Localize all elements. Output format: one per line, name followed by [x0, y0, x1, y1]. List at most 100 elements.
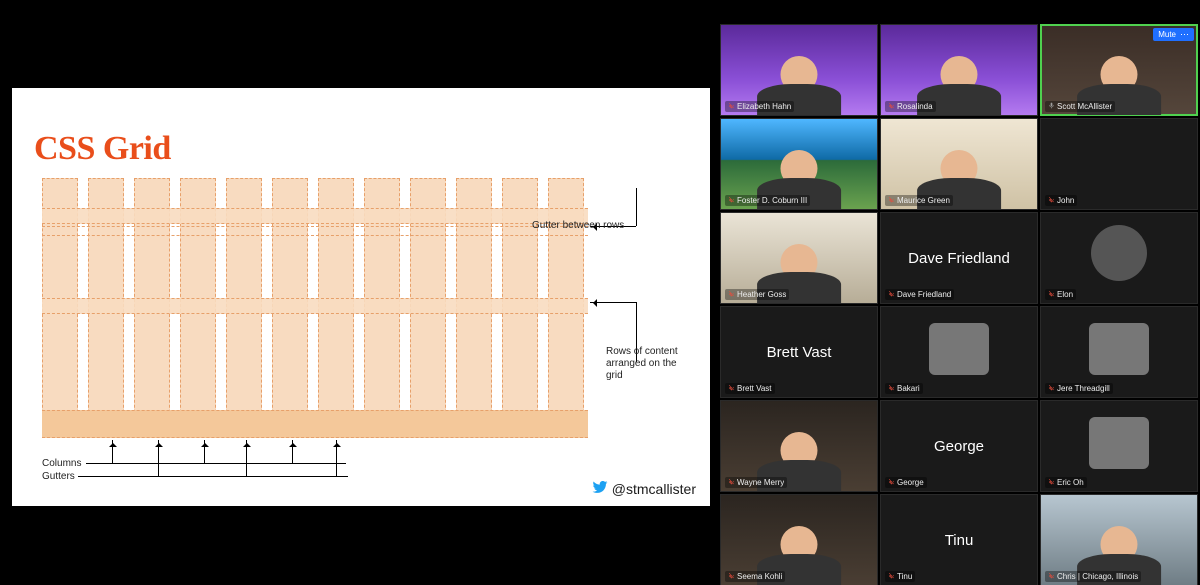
label-columns: Columns	[42, 458, 81, 470]
participant-name: Foster D. Coburn III	[737, 196, 807, 205]
participant-tile[interactable]: Bakari	[880, 306, 1038, 398]
participant-tile[interactable]: Eric Oh	[1040, 400, 1198, 492]
participant-avatar	[929, 323, 989, 375]
participant-name: Dave Friedland	[897, 290, 951, 299]
participant-tile[interactable]: GeorgeGeorge	[880, 400, 1038, 492]
mic-on-icon	[1048, 102, 1055, 111]
participant-avatar	[1091, 225, 1147, 281]
participant-tile[interactable]: Heather Goss	[720, 212, 878, 304]
mic-muted-icon	[728, 196, 735, 205]
participant-name-badge: Wayne Merry	[725, 477, 787, 488]
mic-muted-icon	[1048, 384, 1055, 393]
arrow-up	[112, 440, 113, 463]
participant-tile[interactable]: John	[1040, 118, 1198, 210]
participant-name: Seema Kohli	[737, 572, 782, 581]
participant-name-badge: Dave Friedland	[885, 289, 954, 300]
shared-slide: CSS Grid Gutter between rows Rows of con…	[12, 88, 710, 506]
mic-muted-icon	[728, 384, 735, 393]
participant-name: Elon	[1057, 290, 1073, 299]
grid-column	[548, 178, 584, 438]
mic-muted-icon	[888, 384, 895, 393]
participant-tile[interactable]: Rosalinda	[880, 24, 1038, 116]
participant-name-badge: John	[1045, 195, 1077, 206]
participant-name-badge: Brett Vast	[725, 383, 775, 394]
participant-name-badge: Rosalinda	[885, 101, 936, 112]
arrow-up	[158, 440, 159, 476]
twitter-icon	[592, 479, 608, 498]
participant-name-badge: Bakari	[885, 383, 923, 394]
participant-name-badge: Maurice Green	[885, 195, 953, 206]
participant-tile[interactable]: Elizabeth Hahn	[720, 24, 878, 116]
label-gutter-rows: Gutter between rows	[532, 220, 624, 232]
mic-muted-icon	[888, 572, 895, 581]
arrow-up	[292, 440, 293, 463]
participant-tile[interactable]: Brett VastBrett Vast	[720, 306, 878, 398]
mic-muted-icon	[1048, 290, 1055, 299]
arrow-up	[336, 440, 337, 476]
mic-muted-icon	[728, 290, 735, 299]
participant-tile[interactable]: Dave FriedlandDave Friedland	[880, 212, 1038, 304]
participant-tile[interactable]: Jere Threadgill	[1040, 306, 1198, 398]
grid-column	[42, 178, 78, 438]
grid-column	[456, 178, 492, 438]
label-rows-note: Rows of content arranged on the grid	[606, 346, 696, 382]
participant-tile[interactable]: Maurice Green	[880, 118, 1038, 210]
participant-name: Elizabeth Hahn	[737, 102, 791, 111]
arrow-up	[246, 440, 247, 476]
participant-name-badge: Elizabeth Hahn	[725, 101, 794, 112]
participant-name: Scott McAllister	[1057, 102, 1112, 111]
arrow-up	[204, 440, 205, 463]
participant-tile[interactable]: Chris | Chicago, Illinois	[1040, 494, 1198, 585]
participant-name-badge: Eric Oh	[1045, 477, 1087, 488]
participant-name: John	[1057, 196, 1074, 205]
participant-name: Tinu	[897, 572, 912, 581]
participant-name: Wayne Merry	[737, 478, 784, 487]
participant-tile[interactable]: TinuTinu	[880, 494, 1038, 585]
participant-name: Bakari	[897, 384, 920, 393]
mute-button[interactable]: Mute	[1153, 28, 1194, 41]
participant-tile[interactable]: Wayne Merry	[720, 400, 878, 492]
participant-tile[interactable]: Mute Scott McAllister	[1040, 24, 1198, 116]
participant-grid: Elizabeth Hahn Rosalinda Mute Scott McAllis…	[720, 24, 1198, 584]
participant-tile[interactable]: Elon	[1040, 212, 1198, 304]
participant-name-badge: Tinu	[885, 571, 915, 582]
grid-column	[410, 178, 446, 438]
participant-name-badge: George	[885, 477, 927, 488]
twitter-handle-text: @stmcallister	[612, 481, 696, 497]
grid-column	[502, 178, 538, 438]
grid-column	[272, 178, 308, 438]
participant-name-badge: Scott McAllister	[1045, 101, 1115, 112]
grid-column	[180, 178, 216, 438]
grid-column	[364, 178, 400, 438]
participant-name: Heather Goss	[737, 290, 786, 299]
participant-name: Eric Oh	[1057, 478, 1084, 487]
participant-avatar	[1089, 323, 1149, 375]
participant-name: Chris | Chicago, Illinois	[1057, 572, 1138, 581]
mic-muted-icon	[888, 196, 895, 205]
grid-column	[318, 178, 354, 438]
label-gutters: Gutters	[42, 471, 75, 483]
mic-muted-icon	[1048, 572, 1055, 581]
grid-column	[226, 178, 262, 438]
slide-title: CSS Grid	[34, 130, 171, 168]
grid-column	[134, 178, 170, 438]
mic-muted-icon	[888, 290, 895, 299]
twitter-handle: @stmcallister	[592, 479, 696, 498]
participant-name: George	[897, 478, 924, 487]
grid-diagram	[42, 178, 592, 443]
participant-name-badge: Foster D. Coburn III	[725, 195, 810, 206]
participant-tile[interactable]: Seema Kohli	[720, 494, 878, 585]
participant-name-badge: Elon	[1045, 289, 1076, 300]
mic-muted-icon	[888, 102, 895, 111]
participant-name: Brett Vast	[737, 384, 772, 393]
participant-name-badge: Jere Threadgill	[1045, 383, 1113, 394]
mic-muted-icon	[728, 102, 735, 111]
mic-muted-icon	[888, 478, 895, 487]
participant-name: Maurice Green	[897, 196, 950, 205]
mic-muted-icon	[728, 572, 735, 581]
participant-name: Jere Threadgill	[1057, 384, 1110, 393]
mic-muted-icon	[1048, 478, 1055, 487]
participant-tile[interactable]: Foster D. Coburn III	[720, 118, 878, 210]
participant-name-badge: Seema Kohli	[725, 571, 785, 582]
participant-avatar	[1089, 417, 1149, 469]
